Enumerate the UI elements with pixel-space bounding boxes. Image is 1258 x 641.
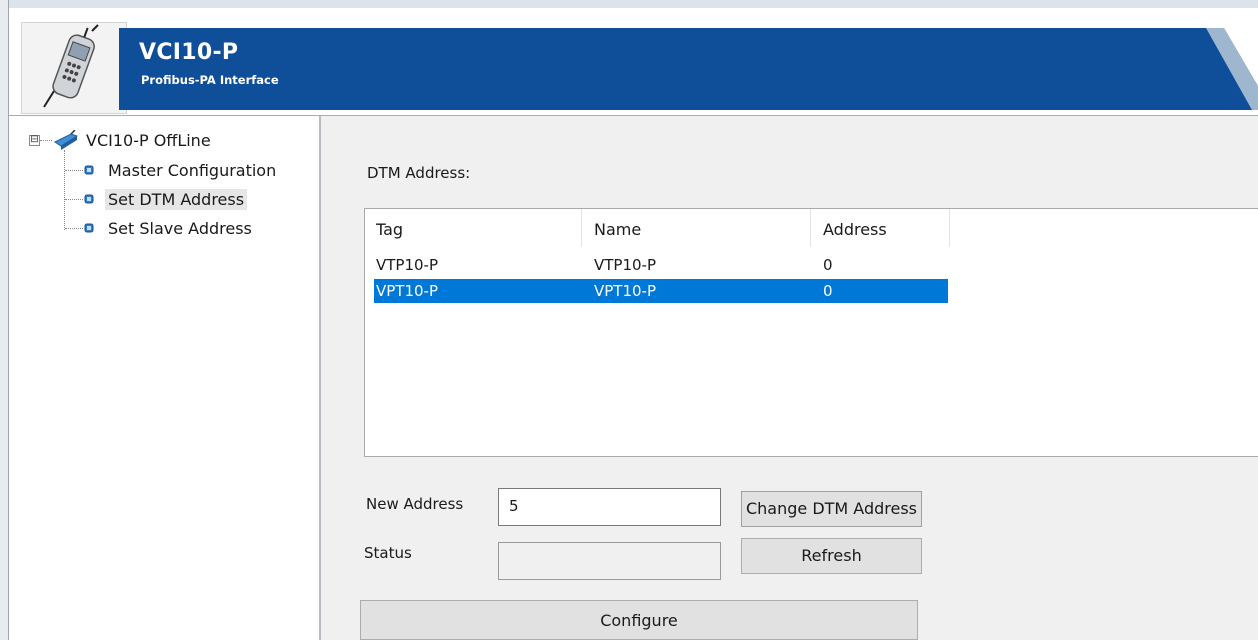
cell-name: VTP10-P [594, 256, 657, 274]
node-icon [84, 223, 94, 233]
node-icon [84, 165, 94, 175]
tree-connector [65, 199, 83, 200]
tree-item-label: Set DTM Address [105, 188, 248, 210]
tree-item-set-dtm-address[interactable]: Set DTM Address [83, 186, 248, 212]
column-header-name[interactable]: Name [582, 209, 811, 247]
table-row-selected[interactable] [374, 279, 948, 303]
device-handheld-icon [21, 22, 127, 114]
cell-address: 0 [823, 282, 833, 300]
tree-item-set-slave-address[interactable]: Set Slave Address [83, 215, 255, 241]
title-banner: VCI10-P Profibus-PA Interface [119, 28, 1258, 110]
app-title: VCI10-P [139, 40, 239, 65]
refresh-button[interactable]: Refresh [741, 538, 922, 574]
tree-root-label: VCI10-P OffLine [86, 130, 211, 150]
tree-item-label: Set Slave Address [108, 218, 252, 238]
banner-decoration-icon [1206, 28, 1258, 110]
navigation-tree: ⊟ VCI10-P OffLine Master Configuration S… [9, 116, 321, 640]
dtm-address-label: DTM Address: [367, 164, 471, 182]
app-subtitle: Profibus-PA Interface [141, 73, 279, 87]
change-dtm-address-button[interactable]: Change DTM Address [741, 491, 922, 527]
status-field [498, 542, 721, 580]
app-header: VCI10-P Profibus-PA Interface [9, 9, 1258, 116]
cell-tag: VTP10-P [376, 256, 439, 274]
cell-name: VPT10-P [594, 282, 657, 300]
new-address-input[interactable]: 5 [498, 488, 721, 526]
tree-root-item[interactable]: VCI10-P OffLine [33, 128, 214, 152]
network-device-icon [54, 130, 79, 150]
cell-tag: VPT10-P [376, 282, 439, 300]
dtm-address-list[interactable]: Tag Name Address VTP10-P VTP10-P 0 VPT10… [364, 208, 1258, 457]
tree-connector [64, 150, 65, 230]
window-top-border [0, 0, 1258, 8]
column-header-tag[interactable]: Tag [365, 209, 582, 247]
tree-item-master-configuration[interactable]: Master Configuration [83, 157, 279, 183]
tree-connector [65, 228, 83, 229]
configure-button[interactable]: Configure [360, 600, 918, 640]
column-header-address[interactable]: Address [811, 209, 950, 247]
new-address-label: New Address [366, 495, 464, 513]
node-icon [84, 194, 94, 204]
status-label: Status [364, 544, 412, 562]
cell-address: 0 [823, 256, 833, 274]
tree-connector [65, 170, 83, 171]
window-left-border [0, 0, 9, 640]
tree-item-label: Master Configuration [108, 160, 277, 180]
dtm-address-panel: DTM Address: Tag Name Address VTP10-P VT… [321, 116, 1258, 640]
